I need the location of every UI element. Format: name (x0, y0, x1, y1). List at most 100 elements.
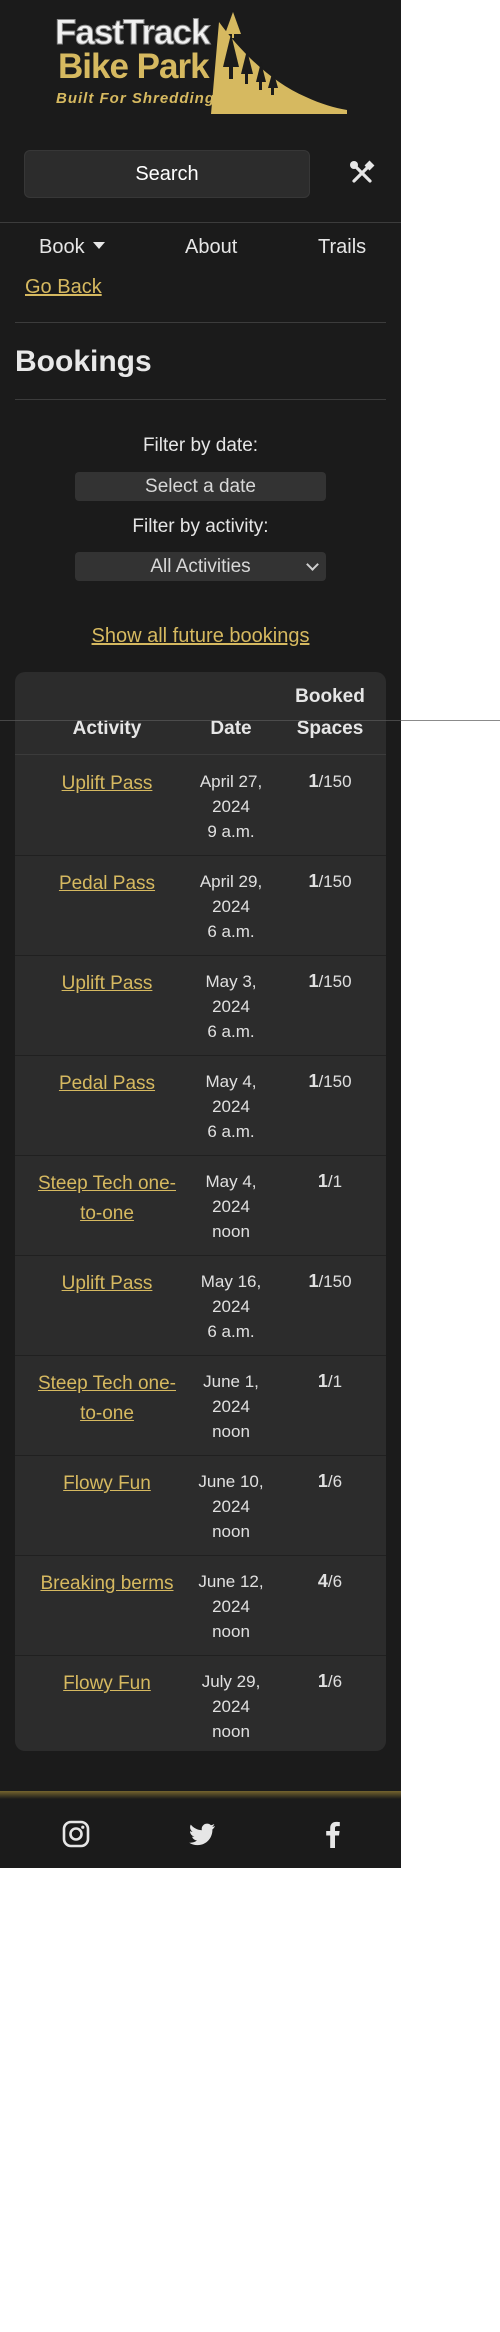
logo-line1: FastTrack (54, 13, 210, 52)
booking-date: April 29, 2024 6 a.m. (178, 869, 284, 944)
activity-filter-value: All Activities (150, 555, 251, 577)
date-line: noon (212, 1622, 250, 1641)
twitter-icon[interactable] (188, 1819, 218, 1849)
date-line: 6 a.m. (207, 1122, 255, 1141)
show-all-bookings-link[interactable]: Show all future bookings (0, 625, 401, 648)
date-line: July 29, (201, 1672, 261, 1691)
booking-date: June 1, 2024 noon (178, 1369, 284, 1444)
date-line: noon (212, 1722, 250, 1741)
activity-link[interactable]: Uplift Pass (27, 969, 187, 999)
date-line: May 3, (205, 972, 257, 991)
facebook-icon[interactable] (318, 1819, 348, 1849)
date-line: 2024 (212, 897, 250, 916)
date-filter-input[interactable]: Select a date (75, 472, 326, 501)
caret-down-icon (92, 242, 105, 249)
date-line: 2024 (212, 1297, 250, 1316)
booked-count: 1 (317, 1371, 328, 1391)
tools-icon[interactable] (348, 159, 376, 187)
activity-link[interactable]: Steep Tech one-to-one (27, 1369, 187, 1429)
search-button[interactable]: Search (24, 150, 310, 198)
page: FastTrack Bike Park Built For Shredding … (0, 0, 500, 1868)
table-row: Steep Tech one-to-one June 1, 2024 noon 1/1 (15, 1355, 386, 1456)
table-row: Breaking berms June 12, 2024 noon 4/6 (15, 1555, 386, 1656)
table-header: Activity Date Booked Spaces (15, 672, 386, 755)
footer-divider (0, 1791, 401, 1799)
booking-date: July 29, 2024 noon (178, 1669, 284, 1744)
date-line: May 4, (205, 1172, 257, 1191)
date-line: 2024 (212, 1197, 250, 1216)
col-date: Date (210, 718, 252, 739)
total-spaces: /1 (327, 1372, 343, 1391)
booked-count: 1 (308, 1271, 319, 1291)
booked-spaces: 1/6 (285, 1469, 375, 1494)
activity-link[interactable]: Breaking berms (27, 1569, 187, 1599)
booked-count: 1 (308, 1071, 319, 1091)
divider (15, 322, 386, 323)
activity-link[interactable]: Steep Tech one-to-one (27, 1169, 187, 1229)
booked-spaces: 1/1 (285, 1169, 375, 1194)
table-row: Uplift Pass April 27, 2024 9 a.m. 1/150 (15, 755, 386, 856)
date-line: April 29, (199, 872, 263, 891)
table-row: Pedal Pass April 29, 2024 6 a.m. 1/150 (15, 855, 386, 956)
booked-spaces: 1/150 (285, 1269, 375, 1294)
go-back-link[interactable]: Go Back (25, 276, 102, 299)
date-line: 2024 (212, 1097, 250, 1116)
col-booked: Booked (295, 686, 365, 707)
date-line: May 4, (205, 1072, 257, 1091)
total-spaces: /150 (318, 1272, 352, 1291)
table-row: Uplift Pass May 3, 2024 6 a.m. 1/150 (15, 955, 386, 1056)
date-line: 2024 (212, 997, 250, 1016)
table-row: Flowy Fun June 10, 2024 noon 1/6 (15, 1455, 386, 1556)
table-row: Pedal Pass May 4, 2024 6 a.m. 1/150 (15, 1055, 386, 1156)
table-row: Flowy Fun July 29, 2024 noon 1/6 (15, 1655, 386, 1751)
activity-link[interactable]: Uplift Pass (27, 769, 187, 799)
date-line: 6 a.m. (207, 1022, 255, 1041)
total-spaces: /150 (318, 872, 352, 891)
date-line: 2024 (212, 1397, 250, 1416)
instagram-icon[interactable] (61, 1819, 91, 1849)
booking-date: May 16, 2024 6 a.m. (178, 1269, 284, 1344)
total-spaces: /6 (327, 1572, 343, 1591)
activity-filter-label: Filter by activity: (132, 516, 269, 537)
hill-trees-icon (211, 12, 347, 114)
nav-item-book-label: Book (39, 236, 85, 258)
logo-line2: Bike Park (58, 47, 210, 86)
booked-count: 1 (308, 971, 319, 991)
booked-count: 4 (317, 1571, 328, 1591)
booked-spaces: 4/6 (285, 1569, 375, 1594)
date-line: June 10, (198, 1472, 264, 1491)
total-spaces: /150 (318, 772, 352, 791)
bookings-table: Activity Date Booked Spaces Uplift Pass A… (15, 672, 386, 1751)
date-line: 6 a.m. (207, 922, 255, 941)
activity-filter-select[interactable]: All Activities (75, 552, 326, 581)
booked-count: 1 (308, 771, 319, 791)
activity-link[interactable]: Pedal Pass (27, 869, 187, 899)
nav-item-trails[interactable]: Trails (318, 236, 366, 259)
divider (15, 399, 386, 400)
nav-item-book[interactable]: Book (39, 236, 105, 259)
nav-item-about[interactable]: About (185, 236, 237, 259)
booked-spaces: 1/150 (285, 969, 375, 994)
date-line: 2024 (212, 1497, 250, 1516)
chevron-down-icon (306, 558, 319, 571)
total-spaces: /1 (327, 1172, 343, 1191)
date-line: June 12, (198, 1572, 264, 1591)
col-activity: Activity (72, 718, 142, 739)
activity-link[interactable]: Uplift Pass (27, 1269, 187, 1299)
search-row: Search (24, 150, 376, 198)
main-nav: Book About Trails (0, 222, 401, 262)
activity-link[interactable]: Flowy Fun (27, 1669, 187, 1699)
date-line: 2024 (212, 1597, 250, 1616)
col-spaces: Spaces (296, 718, 364, 739)
booking-date: June 12, 2024 noon (178, 1569, 284, 1644)
site-logo[interactable]: FastTrack Bike Park Built For Shredding (52, 12, 347, 116)
booked-spaces: 1/150 (285, 769, 375, 794)
booking-date: May 4, 2024 6 a.m. (178, 1069, 284, 1144)
activity-link[interactable]: Pedal Pass (27, 1069, 187, 1099)
table-row: Uplift Pass May 16, 2024 6 a.m. 1/150 (15, 1255, 386, 1356)
activity-link[interactable]: Flowy Fun (27, 1469, 187, 1499)
booking-date: April 27, 2024 9 a.m. (178, 769, 284, 844)
date-line: noon (212, 1222, 250, 1241)
total-spaces: /150 (318, 972, 352, 991)
footer (0, 1791, 401, 1868)
